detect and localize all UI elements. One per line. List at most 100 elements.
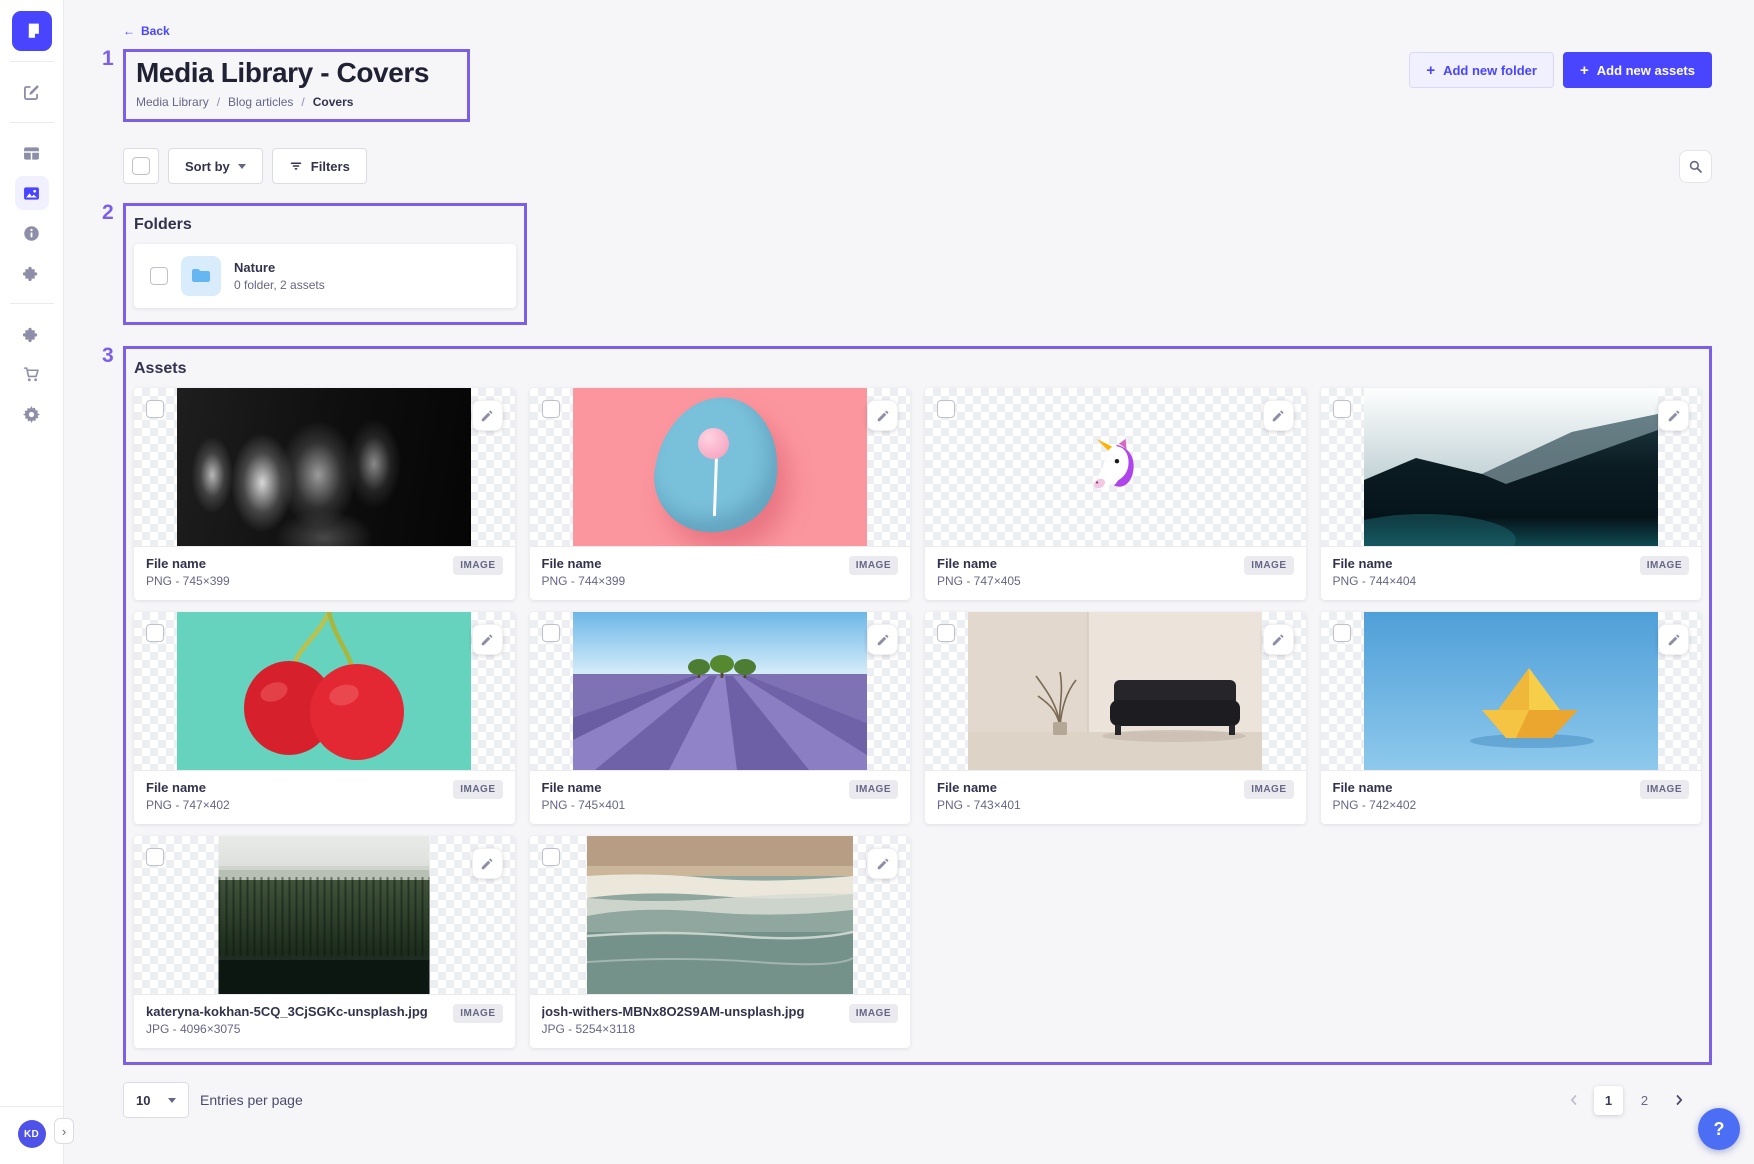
sidebar-item-content-manager[interactable] bbox=[15, 75, 49, 109]
asset-card[interactable]: josh-withers-MBNx8O2S9AM-unsplash.jpgJPG… bbox=[530, 836, 911, 1048]
asset-checkbox[interactable] bbox=[1333, 400, 1351, 418]
edit-asset-button[interactable] bbox=[1658, 400, 1689, 431]
pen-icon bbox=[23, 84, 40, 101]
search-button[interactable] bbox=[1679, 150, 1712, 183]
select-all-checkbox[interactable] bbox=[123, 148, 159, 184]
pencil-icon bbox=[480, 857, 494, 871]
asset-file-name: File name bbox=[146, 780, 230, 795]
asset-card[interactable]: File name PNG - 747×402 IMAGE bbox=[134, 612, 515, 824]
back-arrow-icon: ← bbox=[123, 24, 135, 38]
sidebar-item-plugins[interactable] bbox=[15, 256, 49, 290]
sidebar-item-purchase[interactable] bbox=[15, 357, 49, 391]
breadcrumb-item[interactable]: Blog articles bbox=[228, 95, 293, 109]
folders-heading: Folders bbox=[134, 216, 516, 234]
entries-per-page-select[interactable]: 10 bbox=[123, 1082, 189, 1118]
asset-thumbnail-cherries bbox=[134, 612, 515, 770]
asset-checkbox[interactable] bbox=[937, 624, 955, 642]
asset-checkbox[interactable] bbox=[1333, 624, 1351, 642]
help-button[interactable]: ? bbox=[1698, 1108, 1740, 1150]
asset-checkbox[interactable] bbox=[937, 400, 955, 418]
asset-checkbox[interactable] bbox=[542, 400, 560, 418]
asset-checkbox[interactable] bbox=[542, 624, 560, 642]
asset-card[interactable]: File namePNG - 743×401IMAGE bbox=[925, 612, 1306, 824]
edit-asset-button[interactable] bbox=[472, 400, 503, 431]
asset-meta: PNG - 747×402 bbox=[146, 798, 230, 812]
asset-card[interactable]: kateryna-kokhan-5CQ_3CjSGKc-unsplash.jpg… bbox=[134, 836, 515, 1048]
edit-asset-button[interactable] bbox=[867, 848, 898, 879]
asset-thumbnail-lollipop-on-plate bbox=[530, 388, 911, 546]
avatar[interactable]: KD bbox=[18, 1120, 46, 1148]
asset-thumbnail-bw-band-photo bbox=[134, 388, 515, 546]
breadcrumb: Media Library/Blog articles/Covers bbox=[136, 95, 457, 109]
asset-card[interactable]: File namePNG - 744×399IMAGE bbox=[530, 388, 911, 600]
sidebar-item-content-type-builder[interactable] bbox=[15, 136, 49, 170]
previous-page-button[interactable] bbox=[1561, 1087, 1587, 1113]
next-page-button[interactable] bbox=[1666, 1087, 1692, 1113]
folder-meta: 0 folder, 2 assets bbox=[234, 278, 325, 292]
sidebar-item-media-library[interactable] bbox=[15, 176, 49, 210]
info-icon bbox=[23, 225, 40, 242]
edit-asset-button[interactable] bbox=[1263, 624, 1294, 655]
asset-meta: PNG - 744×399 bbox=[542, 574, 626, 588]
page-button-1[interactable]: 1 bbox=[1594, 1086, 1623, 1115]
asset-meta: PNG - 745×399 bbox=[146, 574, 230, 588]
asset-card[interactable]: File namePNG - 745×401IMAGE bbox=[530, 612, 911, 824]
edit-asset-button[interactable] bbox=[867, 400, 898, 431]
folder-checkbox[interactable] bbox=[150, 267, 168, 285]
annotation-box-1: Media Library - Covers Media Library/Blo… bbox=[123, 49, 470, 122]
pencil-icon bbox=[876, 857, 890, 871]
sidebar-item-documentation[interactable] bbox=[15, 216, 49, 250]
asset-card[interactable]: File namePNG - 747×405IMAGE bbox=[925, 388, 1306, 600]
asset-type-badge: IMAGE bbox=[453, 780, 502, 799]
filters-button[interactable]: Filters bbox=[272, 148, 367, 184]
asset-meta: PNG - 743×401 bbox=[937, 798, 1021, 812]
add-new-folder-button[interactable]: + Add new folder bbox=[1409, 52, 1554, 88]
asset-card[interactable]: File namePNG - 742×402IMAGE bbox=[1321, 612, 1702, 824]
asset-type-badge: IMAGE bbox=[1640, 556, 1689, 575]
breadcrumb-item[interactable]: Media Library bbox=[136, 95, 209, 109]
annotation-label-2: 2 bbox=[102, 201, 114, 225]
puzzle-icon bbox=[23, 326, 40, 343]
asset-thumbnail-foggy-forest-lake bbox=[134, 836, 515, 994]
sidebar-item-marketplace[interactable] bbox=[15, 317, 49, 351]
strapi-logo-icon[interactable] bbox=[12, 11, 52, 51]
entries-per-page-label: Entries per page bbox=[200, 1092, 303, 1108]
folder-icon bbox=[181, 256, 221, 296]
pencil-icon bbox=[480, 409, 494, 423]
add-new-assets-button[interactable]: + Add new assets bbox=[1563, 52, 1712, 88]
annotation-label-1: 1 bbox=[102, 47, 114, 71]
asset-file-name: File name bbox=[542, 780, 626, 795]
page-title: Media Library - Covers bbox=[136, 57, 457, 89]
puzzle-icon bbox=[23, 265, 40, 282]
asset-checkbox[interactable] bbox=[542, 848, 560, 866]
asset-file-name: File name bbox=[1333, 556, 1417, 571]
asset-type-badge: IMAGE bbox=[453, 1004, 502, 1023]
pencil-icon bbox=[876, 633, 890, 647]
folder-card[interactable]: Nature0 folder, 2 assets bbox=[134, 244, 516, 308]
asset-card[interactable]: File name PNG - 744×404 IMAGE bbox=[1321, 388, 1702, 600]
sidebar-item-settings[interactable] bbox=[15, 397, 49, 431]
folders-section: Folders Nature0 folder, 2 assets bbox=[123, 203, 527, 325]
asset-checkbox[interactable] bbox=[146, 624, 164, 642]
back-link[interactable]: ← Back bbox=[123, 24, 170, 38]
chevron-down-icon bbox=[238, 164, 246, 169]
asset-meta: PNG - 744×404 bbox=[1333, 574, 1417, 588]
asset-thumbnail-lavender-field bbox=[530, 612, 911, 770]
asset-file-name: File name bbox=[542, 556, 626, 571]
media-icon bbox=[23, 185, 40, 202]
chevron-down-icon bbox=[168, 1098, 176, 1103]
page-button-2[interactable]: 2 bbox=[1630, 1086, 1659, 1115]
sidebar-divider bbox=[10, 122, 54, 123]
edit-asset-button[interactable] bbox=[472, 848, 503, 879]
edit-asset-button[interactable] bbox=[472, 624, 503, 655]
asset-type-badge: IMAGE bbox=[849, 1004, 898, 1023]
asset-checkbox[interactable] bbox=[146, 400, 164, 418]
asset-meta: PNG - 745×401 bbox=[542, 798, 626, 812]
pagination: 12 bbox=[1561, 1086, 1692, 1115]
edit-asset-button[interactable] bbox=[1263, 400, 1294, 431]
edit-asset-button[interactable] bbox=[867, 624, 898, 655]
asset-card[interactable]: File namePNG - 745×399IMAGE bbox=[134, 388, 515, 600]
sort-by-button[interactable]: Sort by bbox=[168, 148, 263, 184]
asset-checkbox[interactable] bbox=[146, 848, 164, 866]
edit-asset-button[interactable] bbox=[1658, 624, 1689, 655]
